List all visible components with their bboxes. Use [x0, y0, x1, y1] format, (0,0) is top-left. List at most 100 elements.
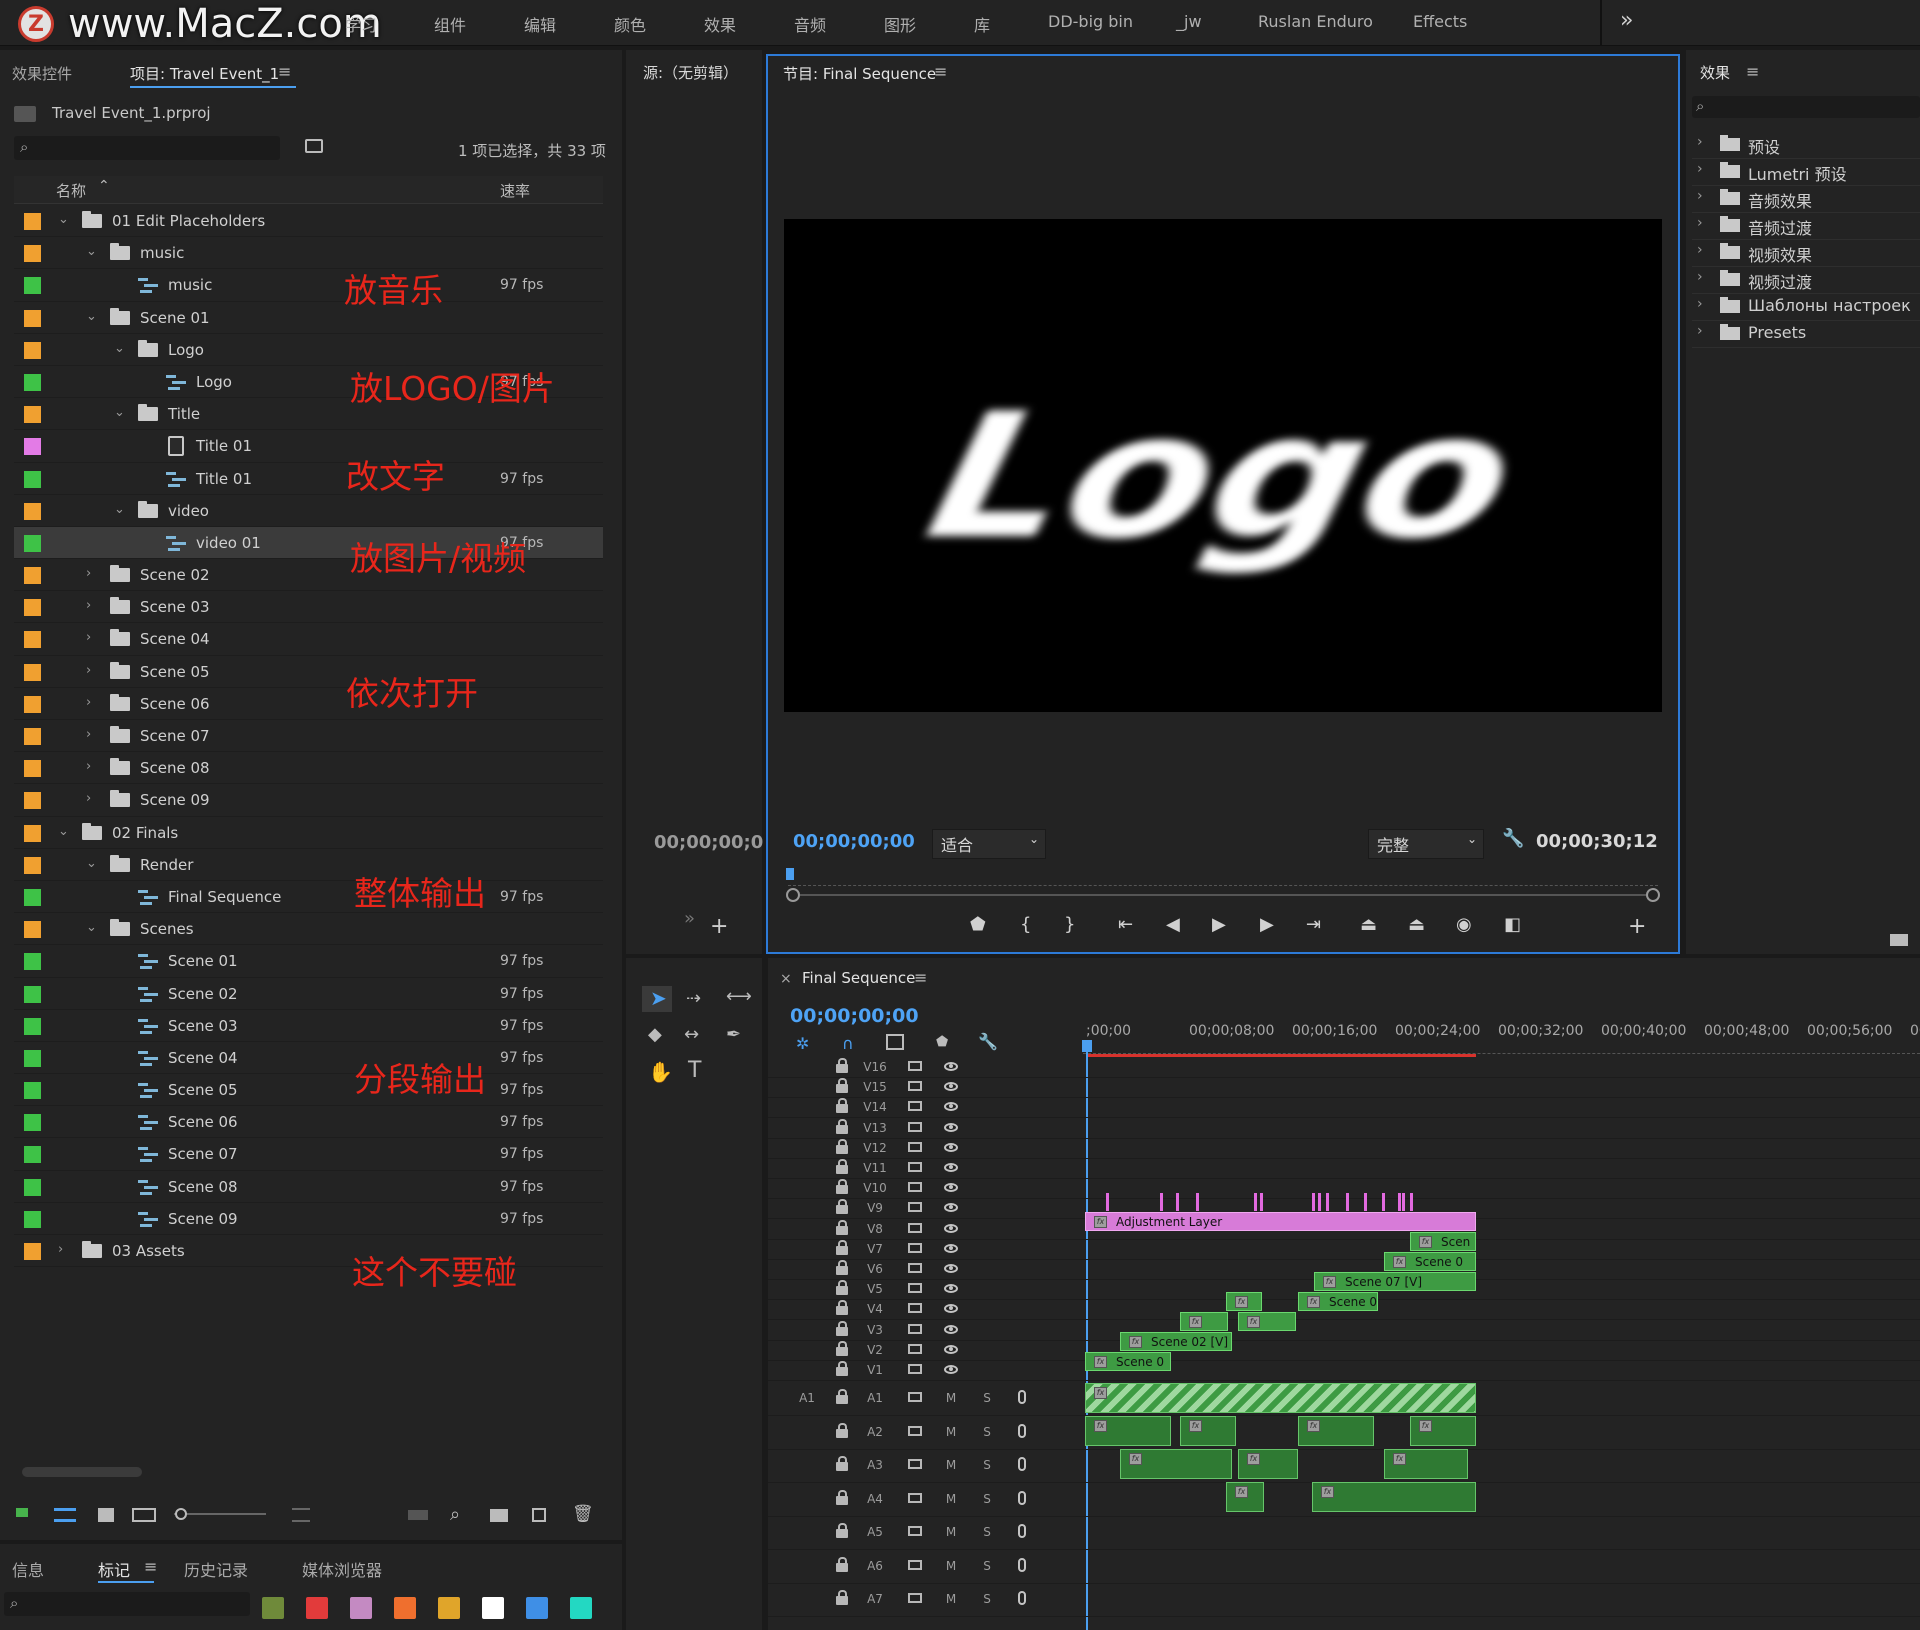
mute-button[interactable]: M — [936, 1425, 966, 1439]
go-to-out-icon[interactable]: ⇥ — [1306, 914, 1321, 935]
timeline-marker-icon[interactable]: ⬟ — [936, 1034, 948, 1050]
sequence-marker[interactable] — [1318, 1193, 1321, 1211]
effects-category[interactable]: Шаблоны настроек — [1748, 296, 1911, 315]
eye-icon[interactable] — [944, 1163, 958, 1172]
sync-lock-icon[interactable] — [908, 1182, 922, 1193]
track-lock-icon[interactable] — [836, 1389, 848, 1404]
clip-v7[interactable]: fx Scen — [1410, 1232, 1476, 1251]
timeline-tab[interactable]: Final Sequence — [802, 969, 915, 987]
bin-row[interactable]: › Scene 08 — [14, 752, 603, 785]
audio-track-label[interactable]: A5 — [860, 1525, 890, 1539]
adjustment-layer-clip[interactable]: fx Adjustment Layer — [1085, 1212, 1476, 1231]
eye-icon[interactable] — [944, 1324, 958, 1334]
chevron-right-icon[interactable]: › — [1697, 323, 1703, 339]
audio-clip-a1[interactable]: fx — [1085, 1383, 1476, 1413]
eye-icon[interactable] — [944, 1243, 958, 1253]
video-track-label[interactable]: V10 — [860, 1181, 890, 1195]
eye-icon[interactable] — [944, 1344, 958, 1354]
project-search-input[interactable]: ⌕ — [14, 136, 280, 160]
sync-lock-icon[interactable] — [908, 1081, 922, 1092]
label-color-chip[interactable] — [24, 277, 41, 295]
track-lock-icon[interactable] — [836, 1340, 848, 1356]
microphone-icon[interactable] — [1018, 1524, 1026, 1538]
chevron-down-icon[interactable]: ⌄ — [86, 309, 97, 324]
label-color-chip[interactable] — [24, 695, 41, 713]
sync-lock-icon[interactable] — [908, 1323, 922, 1334]
sequence-marker[interactable] — [1196, 1193, 1199, 1211]
bin-row[interactable]: › Scene 06 — [14, 688, 603, 720]
sequence-marker[interactable] — [1382, 1193, 1385, 1211]
chevron-right-icon[interactable]: › — [1697, 296, 1703, 312]
program-monitor-title[interactable]: 节目: Final Sequence — [783, 63, 936, 84]
label-color-chip[interactable] — [24, 728, 41, 745]
program-playhead-timecode[interactable]: 00;00;00;00 — [793, 831, 915, 852]
microphone-icon[interactable] — [1018, 1423, 1026, 1438]
bin-row[interactable]: ⌄ video — [14, 495, 603, 527]
fit-dropdown[interactable]: 适合 ⌄ — [932, 829, 1046, 859]
effects-category[interactable]: 预设 — [1748, 134, 1780, 158]
audio-clip-a4a[interactable]: fx — [1226, 1482, 1264, 1512]
tab-project[interactable]: 项目: Travel Event_1 — [130, 63, 279, 84]
clip-v6[interactable]: fx Scene 0 — [1384, 1252, 1476, 1271]
microphone-icon[interactable] — [1018, 1457, 1026, 1471]
eye-icon[interactable] — [944, 1062, 958, 1071]
timeline-ruler[interactable] — [1083, 1042, 1920, 1054]
source-add-button[interactable]: + — [710, 914, 728, 939]
chevron-right-icon[interactable]: › — [1697, 134, 1703, 150]
bin-row[interactable]: ⌄ music — [14, 237, 603, 270]
eye-icon[interactable] — [944, 1122, 958, 1132]
mute-button[interactable]: M — [936, 1525, 966, 1539]
effects-category[interactable]: 音频效果 — [1748, 188, 1812, 212]
bin-row[interactable]: ⌄ Render — [14, 849, 603, 881]
chevron-down-icon[interactable]: ⌄ — [86, 920, 97, 935]
video-track-label[interactable]: V4 — [860, 1302, 890, 1316]
workspace-tab-effects[interactable]: 效果 — [704, 12, 736, 36]
project-item-row[interactable]: Scene 06 97 fps — [14, 1106, 603, 1139]
bin-row[interactable]: ⌄ 01 Edit Placeholders — [14, 205, 603, 238]
project-item-row[interactable]: Scene 05 97 fps — [14, 1074, 603, 1107]
solo-button[interactable]: S — [972, 1492, 1002, 1506]
new-bin-icon[interactable] — [490, 1509, 508, 1522]
clip-v4a[interactable]: fx — [1226, 1292, 1262, 1311]
bin-row[interactable]: › Scene 04 — [14, 623, 603, 656]
pen-tool-icon[interactable]: ✒ — [726, 1024, 741, 1045]
project-item-row[interactable]: Final Sequence 97 fps — [14, 881, 603, 914]
sync-lock-icon[interactable] — [908, 1061, 922, 1071]
track-lock-icon[interactable] — [836, 1078, 848, 1094]
workspace-overflow-icon[interactable]: » — [1620, 8, 1633, 33]
sequence-marker[interactable] — [1346, 1193, 1349, 1211]
tab-effect-controls[interactable]: 效果控件 — [12, 63, 72, 84]
video-track-label[interactable]: V2 — [860, 1343, 890, 1357]
hand-tool-icon[interactable]: ✋ — [648, 1060, 673, 1084]
workspace-tab-effects-custom[interactable]: Effects — [1413, 12, 1467, 31]
label-color-chip[interactable] — [24, 341, 41, 359]
label-color-chip[interactable] — [24, 406, 41, 424]
list-view-icon[interactable] — [54, 1508, 76, 1522]
new-item-icon[interactable] — [532, 1508, 546, 1522]
workspace-tab-editing[interactable]: 编辑 — [524, 12, 556, 36]
new-search-bin-icon[interactable] — [305, 139, 323, 153]
chevron-down-icon[interactable]: ⌄ — [114, 405, 125, 420]
track-lock-icon[interactable] — [836, 1422, 848, 1438]
source-chevron-icon[interactable]: » — [684, 908, 695, 929]
effects-menu-icon[interactable]: ≡ — [1746, 62, 1759, 81]
sync-lock-icon[interactable] — [908, 1222, 922, 1233]
chevron-down-icon[interactable]: ⌄ — [114, 341, 125, 356]
project-item-row[interactable]: Title 01 97 fps — [14, 463, 603, 495]
label-color-chip[interactable] — [24, 663, 41, 681]
audio-clip-a4b[interactable]: fx — [1312, 1482, 1476, 1512]
solo-button[interactable]: S — [972, 1425, 1002, 1439]
track-lock-icon[interactable] — [836, 1058, 848, 1073]
eye-icon[interactable] — [944, 1365, 958, 1374]
workspace-tab-dd-big-bin[interactable]: DD-big bin — [1048, 12, 1133, 31]
track-lock-icon[interactable] — [836, 1590, 848, 1605]
project-item-row[interactable]: Title 01 — [14, 430, 603, 463]
solo-button[interactable]: S — [972, 1458, 1002, 1472]
video-track-label[interactable]: V12 — [860, 1141, 890, 1155]
close-icon[interactable]: × — [780, 971, 792, 987]
video-track-label[interactable]: V15 — [860, 1080, 890, 1094]
video-track-label[interactable]: V13 — [860, 1121, 890, 1135]
timeline-menu-icon[interactable]: ≡ — [914, 968, 927, 987]
marker-color-swatch[interactable] — [350, 1597, 372, 1619]
microphone-icon[interactable] — [1018, 1557, 1026, 1572]
